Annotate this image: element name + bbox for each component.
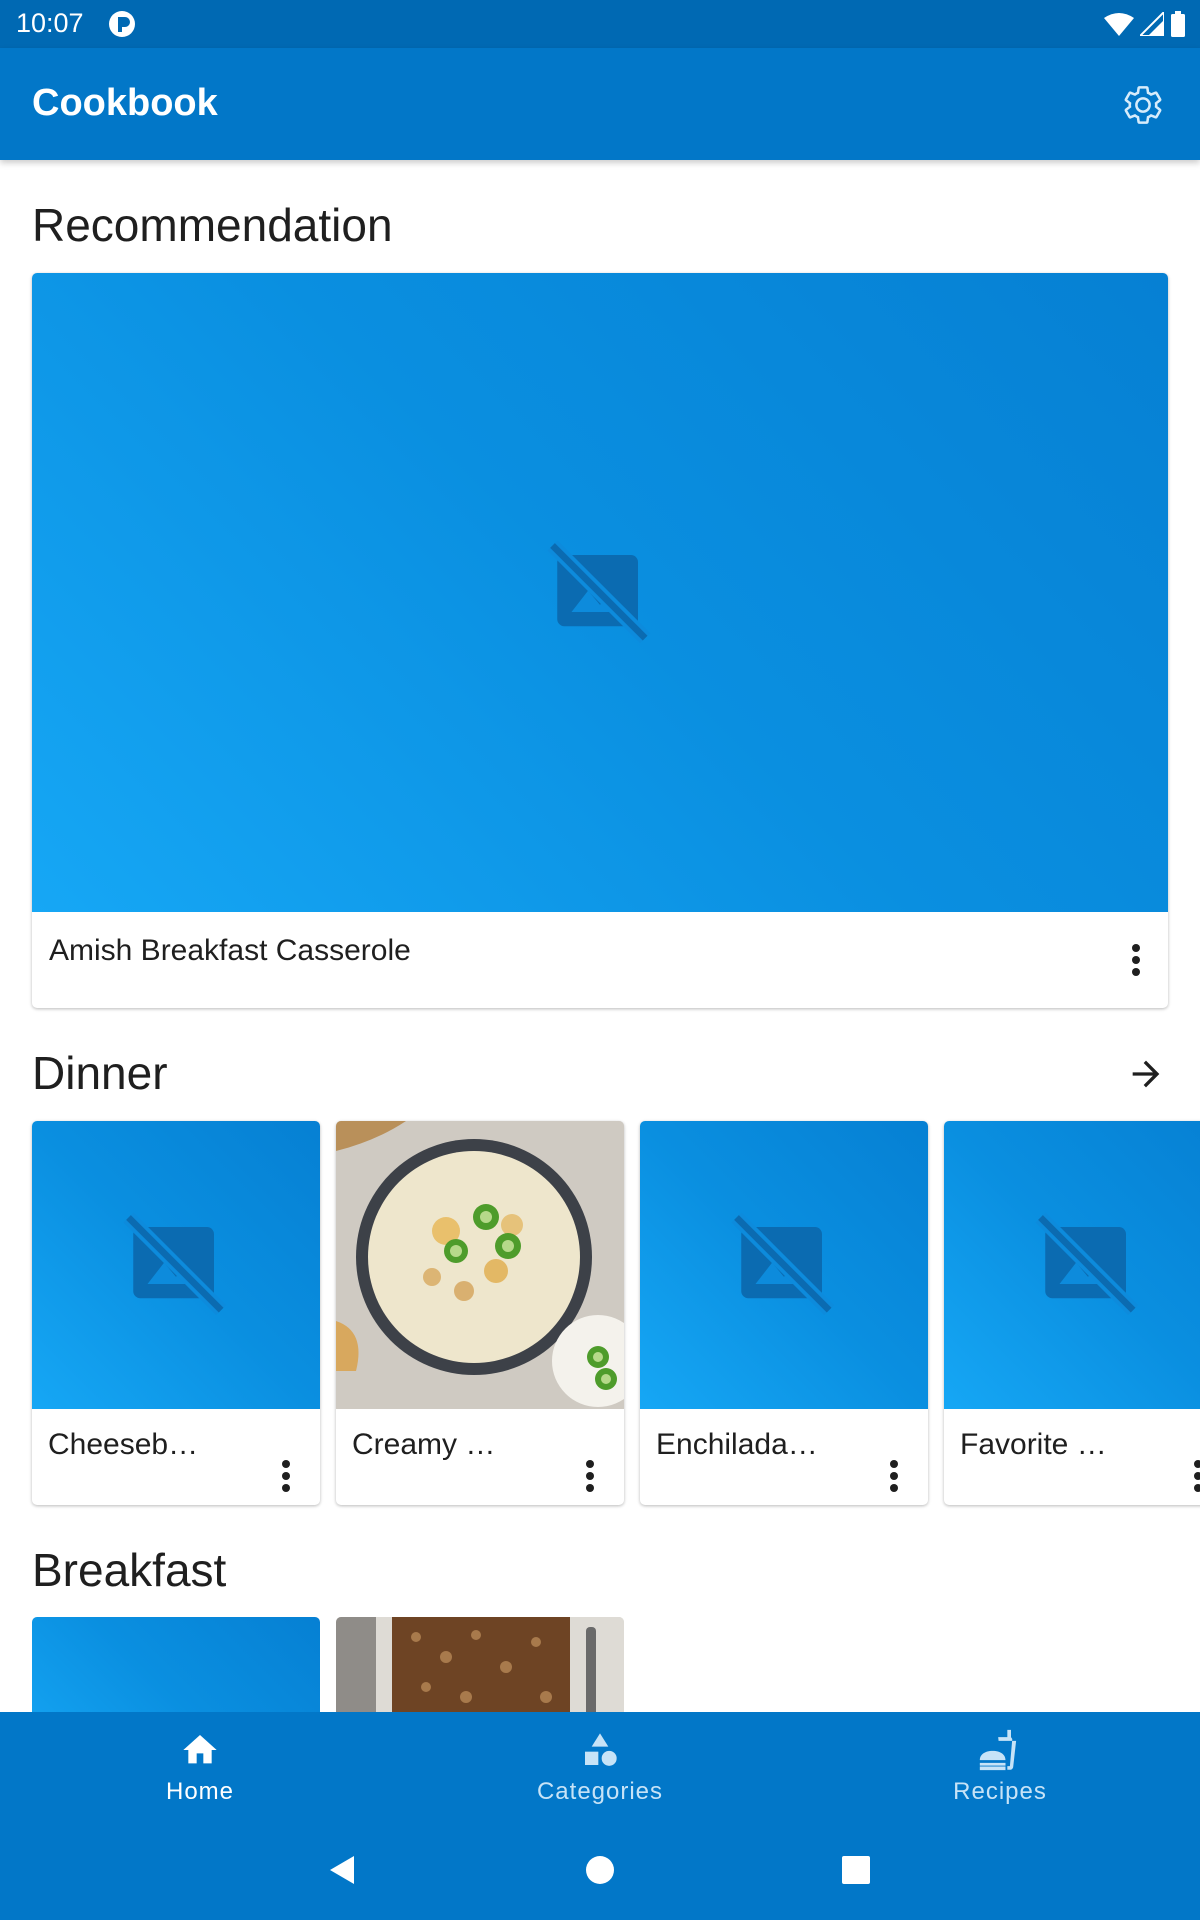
recommendation-image [32, 273, 1168, 912]
nav-label-categories: Categories [536, 1778, 664, 1805]
recipe-card[interactable]: Favorite … [944, 1121, 1200, 1505]
recipe-more-button[interactable] [876, 1451, 912, 1501]
wifi-icon [1104, 13, 1134, 36]
settings-button[interactable] [1118, 80, 1168, 130]
home-circle-icon [586, 1856, 614, 1884]
back-icon [330, 1856, 354, 1884]
recipe-card[interactable]: Enchilada… [640, 1121, 928, 1505]
image-not-supported-icon [731, 1212, 835, 1316]
image-not-supported-icon [123, 1212, 227, 1316]
more-vert-icon [1194, 1460, 1200, 1492]
recents-button[interactable] [826, 1840, 886, 1900]
recipe-title: Creamy … [352, 1428, 496, 1461]
recipe-image-placeholder [32, 1121, 320, 1409]
back-button[interactable] [312, 1840, 372, 1900]
more-vert-icon [1132, 944, 1140, 976]
recipe-image-placeholder [944, 1121, 1200, 1409]
recipe-more-button[interactable] [268, 1451, 304, 1501]
more-vert-icon [586, 1460, 594, 1492]
recipe-more-button[interactable] [572, 1451, 608, 1501]
more-vert-icon [282, 1460, 290, 1492]
recommendation-card[interactable]: Amish Breakfast Casserole [32, 273, 1168, 1008]
status-time: 10:07 [16, 8, 84, 38]
app-bar: Cookbook [0, 48, 1200, 160]
nav-item-recipes[interactable]: Recipes [850, 1728, 1150, 1828]
nav-item-home[interactable]: Home [50, 1728, 350, 1828]
home-system-button[interactable] [570, 1840, 630, 1900]
arrow-forward-icon [1132, 1060, 1160, 1088]
recommendation-title: Amish Breakfast Casserole [49, 934, 411, 967]
nav-label-recipes: Recipes [953, 1778, 1047, 1805]
recipe-title: Cheeseb… [48, 1428, 199, 1461]
recents-icon [842, 1856, 870, 1884]
section-title-recommendation: Recommendation [32, 199, 393, 251]
status-indicators [1104, 10, 1186, 38]
section-title-breakfast: Breakfast [32, 1544, 227, 1596]
gear-icon [1124, 86, 1162, 124]
fastfood-icon [978, 1728, 1022, 1772]
soup-image [336, 1121, 624, 1409]
nav-item-categories[interactable]: Categories [450, 1728, 750, 1828]
status-bar: 10:07 [0, 0, 1200, 48]
home-icon [178, 1728, 222, 1772]
image-not-supported-icon [547, 539, 651, 643]
recipe-more-button[interactable] [1180, 1451, 1200, 1501]
shapes-icon [578, 1728, 622, 1772]
section-title-dinner: Dinner [32, 1047, 168, 1099]
dinner-see-all-button[interactable] [1120, 1048, 1172, 1100]
more-vert-icon [890, 1460, 898, 1492]
signal-icon [1140, 12, 1164, 36]
nav-label-home: Home [165, 1778, 235, 1805]
app-title: Cookbook [32, 82, 218, 124]
recipe-card[interactable]: Creamy … [336, 1121, 624, 1505]
recommendation-more-button[interactable] [1118, 935, 1154, 985]
recipe-title: Favorite … [960, 1428, 1107, 1461]
image-not-supported-icon [1035, 1212, 1139, 1316]
recipe-image-placeholder [640, 1121, 928, 1409]
app-notification-icon [109, 11, 135, 37]
recipe-title: Enchilada… [656, 1428, 818, 1461]
soup-photo [336, 1121, 624, 1409]
recipe-card[interactable]: Cheeseb… [32, 1121, 320, 1505]
battery-icon [1171, 11, 1185, 37]
